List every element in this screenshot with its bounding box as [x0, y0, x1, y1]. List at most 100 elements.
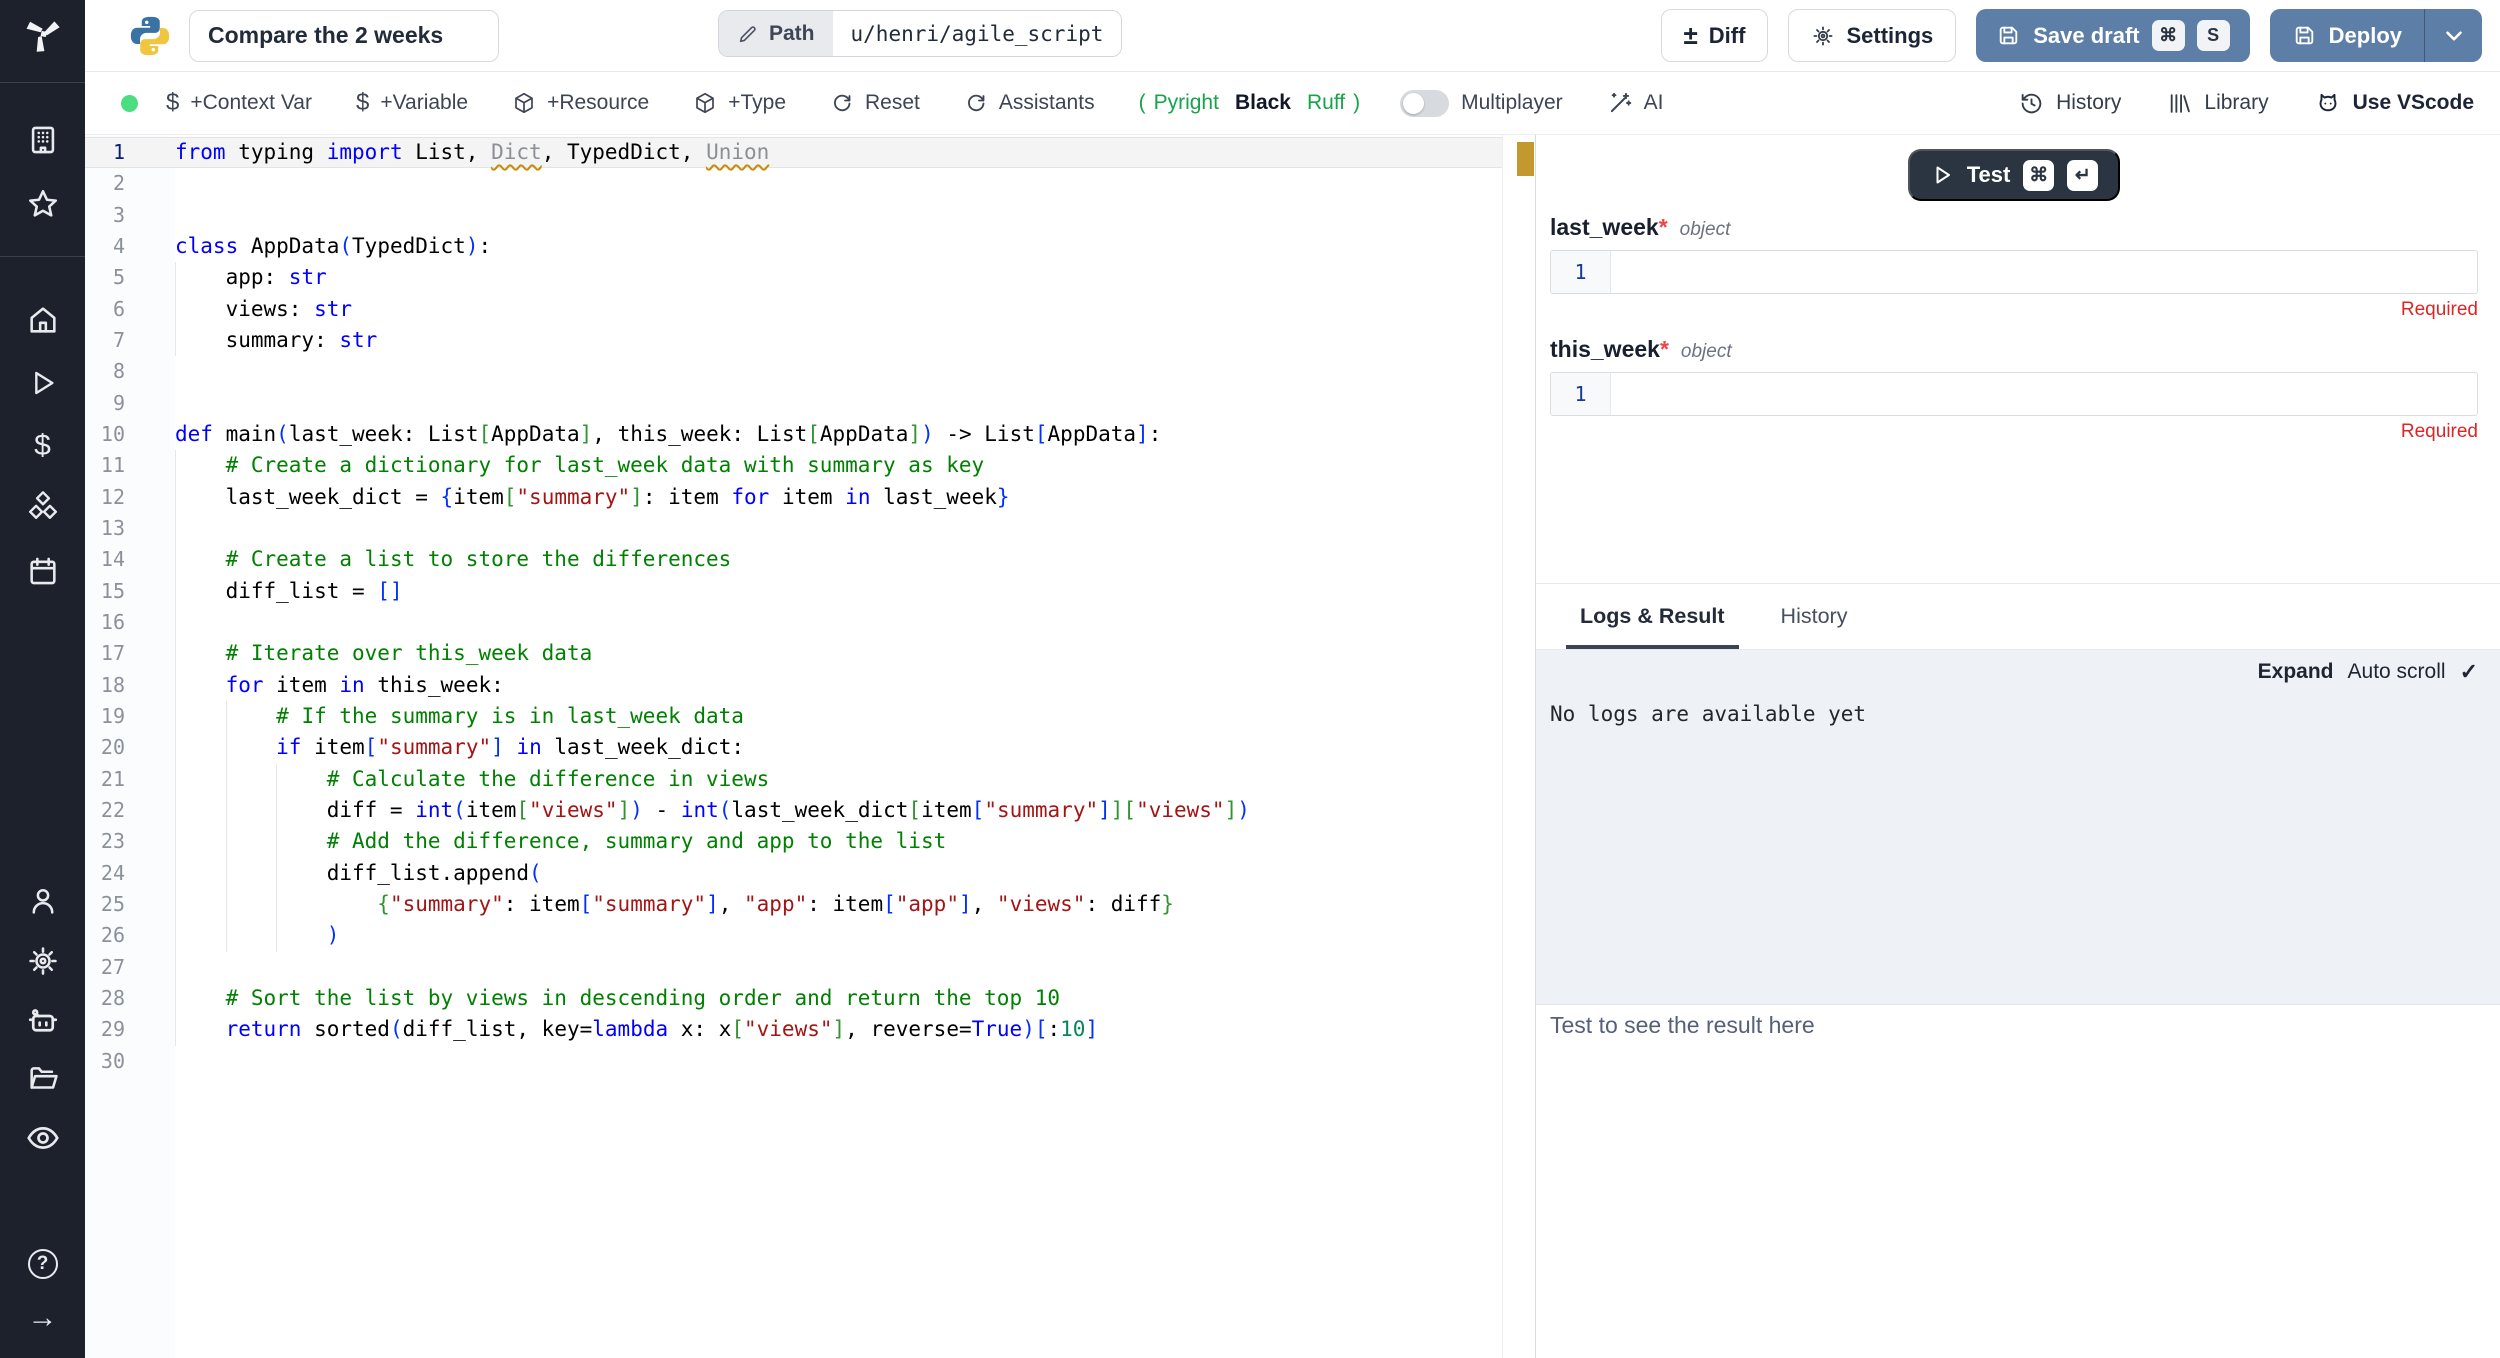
code-line[interactable]: [175, 607, 1502, 638]
arg-input-editor[interactable]: [1611, 373, 2477, 415]
code-line[interactable]: [175, 952, 1502, 983]
save-draft-label: Save draft: [2033, 23, 2139, 49]
sidebar-item-favorites[interactable]: [0, 182, 85, 226]
sidebar-item-help[interactable]: ?: [0, 1242, 85, 1286]
sidebar-item-runs[interactable]: [0, 361, 85, 405]
code-token: -> List: [934, 422, 1035, 446]
code-line[interactable]: # Iterate over this_week data: [175, 638, 1502, 669]
arg-input-gutter: 1: [1551, 251, 1611, 293]
multiplayer-toggle[interactable]: [1400, 90, 1449, 117]
code-token: diff_list.append: [175, 861, 529, 885]
code-line[interactable]: [175, 356, 1502, 387]
code-line[interactable]: # Create a dictionary for last_week data…: [175, 450, 1502, 481]
sidebar-item-resources[interactable]: [0, 485, 85, 529]
arg-input-last-week[interactable]: 1: [1550, 250, 2478, 294]
deploy-more-button[interactable]: [2424, 9, 2482, 62]
use-vscode-button[interactable]: Use VScode: [2315, 90, 2474, 116]
deploy-button[interactable]: Deploy: [2270, 9, 2424, 62]
code-line[interactable]: app: str: [175, 262, 1502, 293]
code-line[interactable]: ): [175, 920, 1502, 951]
autoscroll-label[interactable]: Auto scroll: [2348, 660, 2446, 684]
history-button[interactable]: History: [2019, 91, 2121, 116]
diff-button[interactable]: ± Diff: [1661, 9, 1769, 62]
code-token: diff_list =: [175, 579, 377, 603]
code-line[interactable]: # Sort the list by views in descending o…: [175, 983, 1502, 1014]
code-token: ]: [833, 1017, 846, 1041]
path-value[interactable]: u/henri/agile_script: [833, 11, 1122, 56]
add-type-button[interactable]: +Type: [693, 91, 786, 115]
arg-type: object: [1680, 219, 1731, 241]
code-token: [: [1035, 422, 1048, 446]
sidebar-item-users[interactable]: [0, 879, 85, 923]
windmill-logo-icon[interactable]: [0, 13, 85, 57]
add-variable-button[interactable]: $ +Variable: [356, 89, 468, 117]
code-line[interactable]: summary: str: [175, 325, 1502, 356]
add-resource-button[interactable]: +Resource: [512, 91, 649, 115]
code-line[interactable]: {"summary": item["summary"], "app": item…: [175, 889, 1502, 920]
line-number: 10: [85, 419, 175, 450]
ai-button[interactable]: AI: [1607, 90, 1664, 116]
kbd-cmd: ⌘: [2152, 20, 2185, 51]
sidebar-item-home[interactable]: [0, 298, 85, 342]
code-line[interactable]: [175, 200, 1502, 231]
sidebar-item-settings[interactable]: [0, 939, 85, 983]
arg-input-editor[interactable]: [1611, 251, 2477, 293]
sidebar-item-schedules[interactable]: [0, 549, 85, 593]
code-line[interactable]: diff = int(item["views"]) - int(last_wee…: [175, 795, 1502, 826]
code-line[interactable]: class AppData(TypedDict):: [175, 231, 1502, 262]
code-token: [175, 1017, 226, 1041]
star-icon: [26, 187, 60, 221]
path-control[interactable]: Path u/henri/agile_script: [718, 10, 1122, 57]
test-button[interactable]: Test ⌘ ↵: [1908, 149, 2120, 201]
code-line[interactable]: from typing import List, Dict, TypedDict…: [175, 137, 1502, 168]
sidebar-collapse-button[interactable]: →: [0, 1296, 85, 1340]
code-line[interactable]: [175, 388, 1502, 419]
code-line[interactable]: return sorted(diff_list, key=lambda x: x…: [175, 1014, 1502, 1045]
code-token: item: [921, 798, 972, 822]
settings-button[interactable]: Settings: [1788, 9, 1956, 62]
code-line[interactable]: views: str: [175, 294, 1502, 325]
sidebar-item-folders[interactable]: [0, 1057, 85, 1101]
expand-button[interactable]: Expand: [2258, 660, 2334, 684]
tab-history[interactable]: History: [1767, 584, 1862, 649]
code-line[interactable]: [175, 1046, 1502, 1077]
editor-overview-ruler[interactable]: [1502, 135, 1535, 1358]
save-draft-button[interactable]: Save draft ⌘ S: [1976, 9, 2249, 62]
path-edit-button[interactable]: Path: [719, 11, 833, 56]
sidebar-item-variables[interactable]: $: [0, 424, 85, 468]
sidebar-item-audit-logs[interactable]: [0, 1116, 85, 1160]
code-line[interactable]: def main(last_week: List[AppData], this_…: [175, 419, 1502, 450]
history-icon: [2019, 91, 2044, 116]
code-lines[interactable]: from typing import List, Dict, TypedDict…: [175, 135, 1502, 1358]
cat-icon: [2315, 90, 2341, 116]
code-line[interactable]: # Calculate the difference in views: [175, 764, 1502, 795]
code-token: diff =: [175, 798, 415, 822]
library-button[interactable]: Library: [2167, 91, 2268, 116]
library-label: Library: [2204, 91, 2268, 115]
add-context-var-button[interactable]: $ +Context Var: [166, 89, 312, 117]
sidebar-item-workers[interactable]: [0, 1000, 85, 1044]
code-line[interactable]: # Add the difference, summary and app to…: [175, 826, 1502, 857]
code-line[interactable]: [175, 513, 1502, 544]
code-line[interactable]: # Create a list to store the differences: [175, 544, 1502, 575]
arg-name: this_week: [1550, 336, 1660, 363]
reset-button[interactable]: Reset: [830, 91, 920, 115]
sidebar-item-workspace[interactable]: [0, 118, 85, 162]
tab-logs-result[interactable]: Logs & Result: [1566, 584, 1739, 649]
code-token: (: [453, 798, 466, 822]
code-line[interactable]: [175, 168, 1502, 199]
script-title-input[interactable]: Compare the 2 weeks: [189, 10, 499, 62]
assistants-status[interactable]: ( Pyright Black Ruff ): [1139, 91, 1361, 115]
code-token: [: [504, 485, 517, 509]
code-line[interactable]: diff_list = []: [175, 576, 1502, 607]
code-line[interactable]: for item in this_week:: [175, 670, 1502, 701]
code-line[interactable]: if item["summary"] in last_week_dict:: [175, 732, 1502, 763]
code-line[interactable]: last_week_dict = {item["summary"]: item …: [175, 482, 1502, 513]
code-line[interactable]: diff_list.append(: [175, 858, 1502, 889]
assistants-button[interactable]: Assistants: [964, 91, 1095, 115]
check-icon[interactable]: ✓: [2460, 659, 2478, 685]
code-token: ): [921, 422, 934, 446]
code-editor[interactable]: 1234567891011121314151617181920212223242…: [85, 135, 1502, 1358]
arg-input-this-week[interactable]: 1: [1550, 372, 2478, 416]
code-line[interactable]: # If the summary is in last_week data: [175, 701, 1502, 732]
